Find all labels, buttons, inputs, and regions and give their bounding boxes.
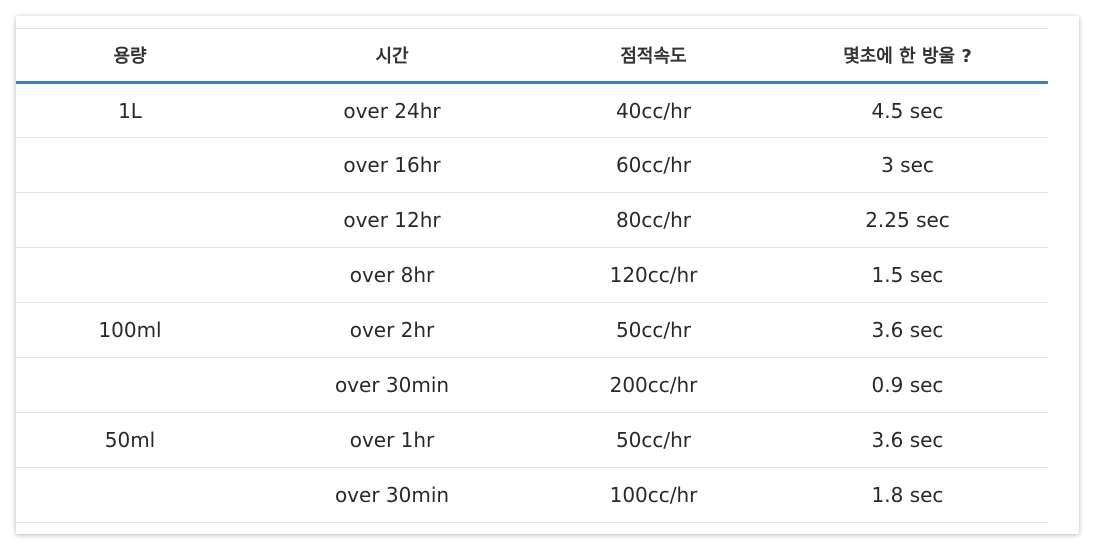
header-row: 용량 시간 점적속도 몇초에 한 방울 ? (16, 28, 1048, 84)
cell-drop-interval: 3.6 sec (767, 302, 1048, 358)
cell-volume (16, 137, 244, 193)
cell-rate: 80cc/hr (540, 192, 767, 248)
table-row: over 12hr 80cc/hr 2.25 sec (16, 192, 1048, 248)
cell-drop-interval: 2.25 sec (767, 192, 1048, 248)
table-header: 용량 시간 점적속도 몇초에 한 방울 ? (16, 28, 1048, 84)
cell-volume (16, 247, 244, 303)
cell-drop-interval: 4.5 sec (767, 82, 1048, 138)
cell-drop-interval: 1.5 sec (767, 247, 1048, 303)
cell-time: over 16hr (244, 137, 540, 193)
cell-rate: 40cc/hr (540, 82, 767, 138)
table-body: 1L over 24hr 40cc/hr 4.5 sec over 16hr 6… (16, 82, 1048, 523)
cell-drop-interval: 0.9 sec (767, 357, 1048, 413)
cell-drop-interval: 3 sec (767, 137, 1048, 193)
cell-rate: 200cc/hr (540, 357, 767, 413)
table-row: 1L over 24hr 40cc/hr 4.5 sec (16, 82, 1048, 138)
table-row: over 30min 200cc/hr 0.9 sec (16, 357, 1048, 413)
cell-rate: 100cc/hr (540, 467, 767, 523)
table-row: 50ml over 1hr 50cc/hr 3.6 sec (16, 412, 1048, 468)
cell-drop-interval: 3.6 sec (767, 412, 1048, 468)
cell-time: over 24hr (244, 82, 540, 138)
cell-time: over 30min (244, 467, 540, 523)
cell-rate: 120cc/hr (540, 247, 767, 303)
cell-volume: 100ml (16, 302, 244, 358)
header-seconds-per-drop: 몇초에 한 방울 ? (767, 28, 1048, 84)
cell-time: over 12hr (244, 192, 540, 248)
header-time: 시간 (244, 28, 540, 84)
table-row: over 8hr 120cc/hr 1.5 sec (16, 247, 1048, 303)
table-row: 100ml over 2hr 50cc/hr 3.6 sec (16, 302, 1048, 358)
cell-time: over 8hr (244, 247, 540, 303)
cell-volume: 50ml (16, 412, 244, 468)
cell-volume (16, 192, 244, 248)
table-row: over 16hr 60cc/hr 3 sec (16, 137, 1048, 193)
header-volume: 용량 (16, 28, 244, 84)
cell-rate: 50cc/hr (540, 302, 767, 358)
cell-time: over 2hr (244, 302, 540, 358)
table-row: over 30min 100cc/hr 1.8 sec (16, 467, 1048, 523)
cell-time: over 1hr (244, 412, 540, 468)
cell-volume: 1L (16, 82, 244, 138)
infusion-rate-table: 용량 시간 점적속도 몇초에 한 방울 ? 1L over 24hr 40cc/… (16, 28, 1048, 523)
cell-volume (16, 467, 244, 523)
cell-rate: 60cc/hr (540, 137, 767, 193)
cell-volume (16, 357, 244, 413)
cell-time: over 30min (244, 357, 540, 413)
table-card: 용량 시간 점적속도 몇초에 한 방울 ? 1L over 24hr 40cc/… (16, 16, 1079, 534)
cell-drop-interval: 1.8 sec (767, 467, 1048, 523)
header-drip-rate: 점적속도 (540, 28, 767, 84)
cell-rate: 50cc/hr (540, 412, 767, 468)
